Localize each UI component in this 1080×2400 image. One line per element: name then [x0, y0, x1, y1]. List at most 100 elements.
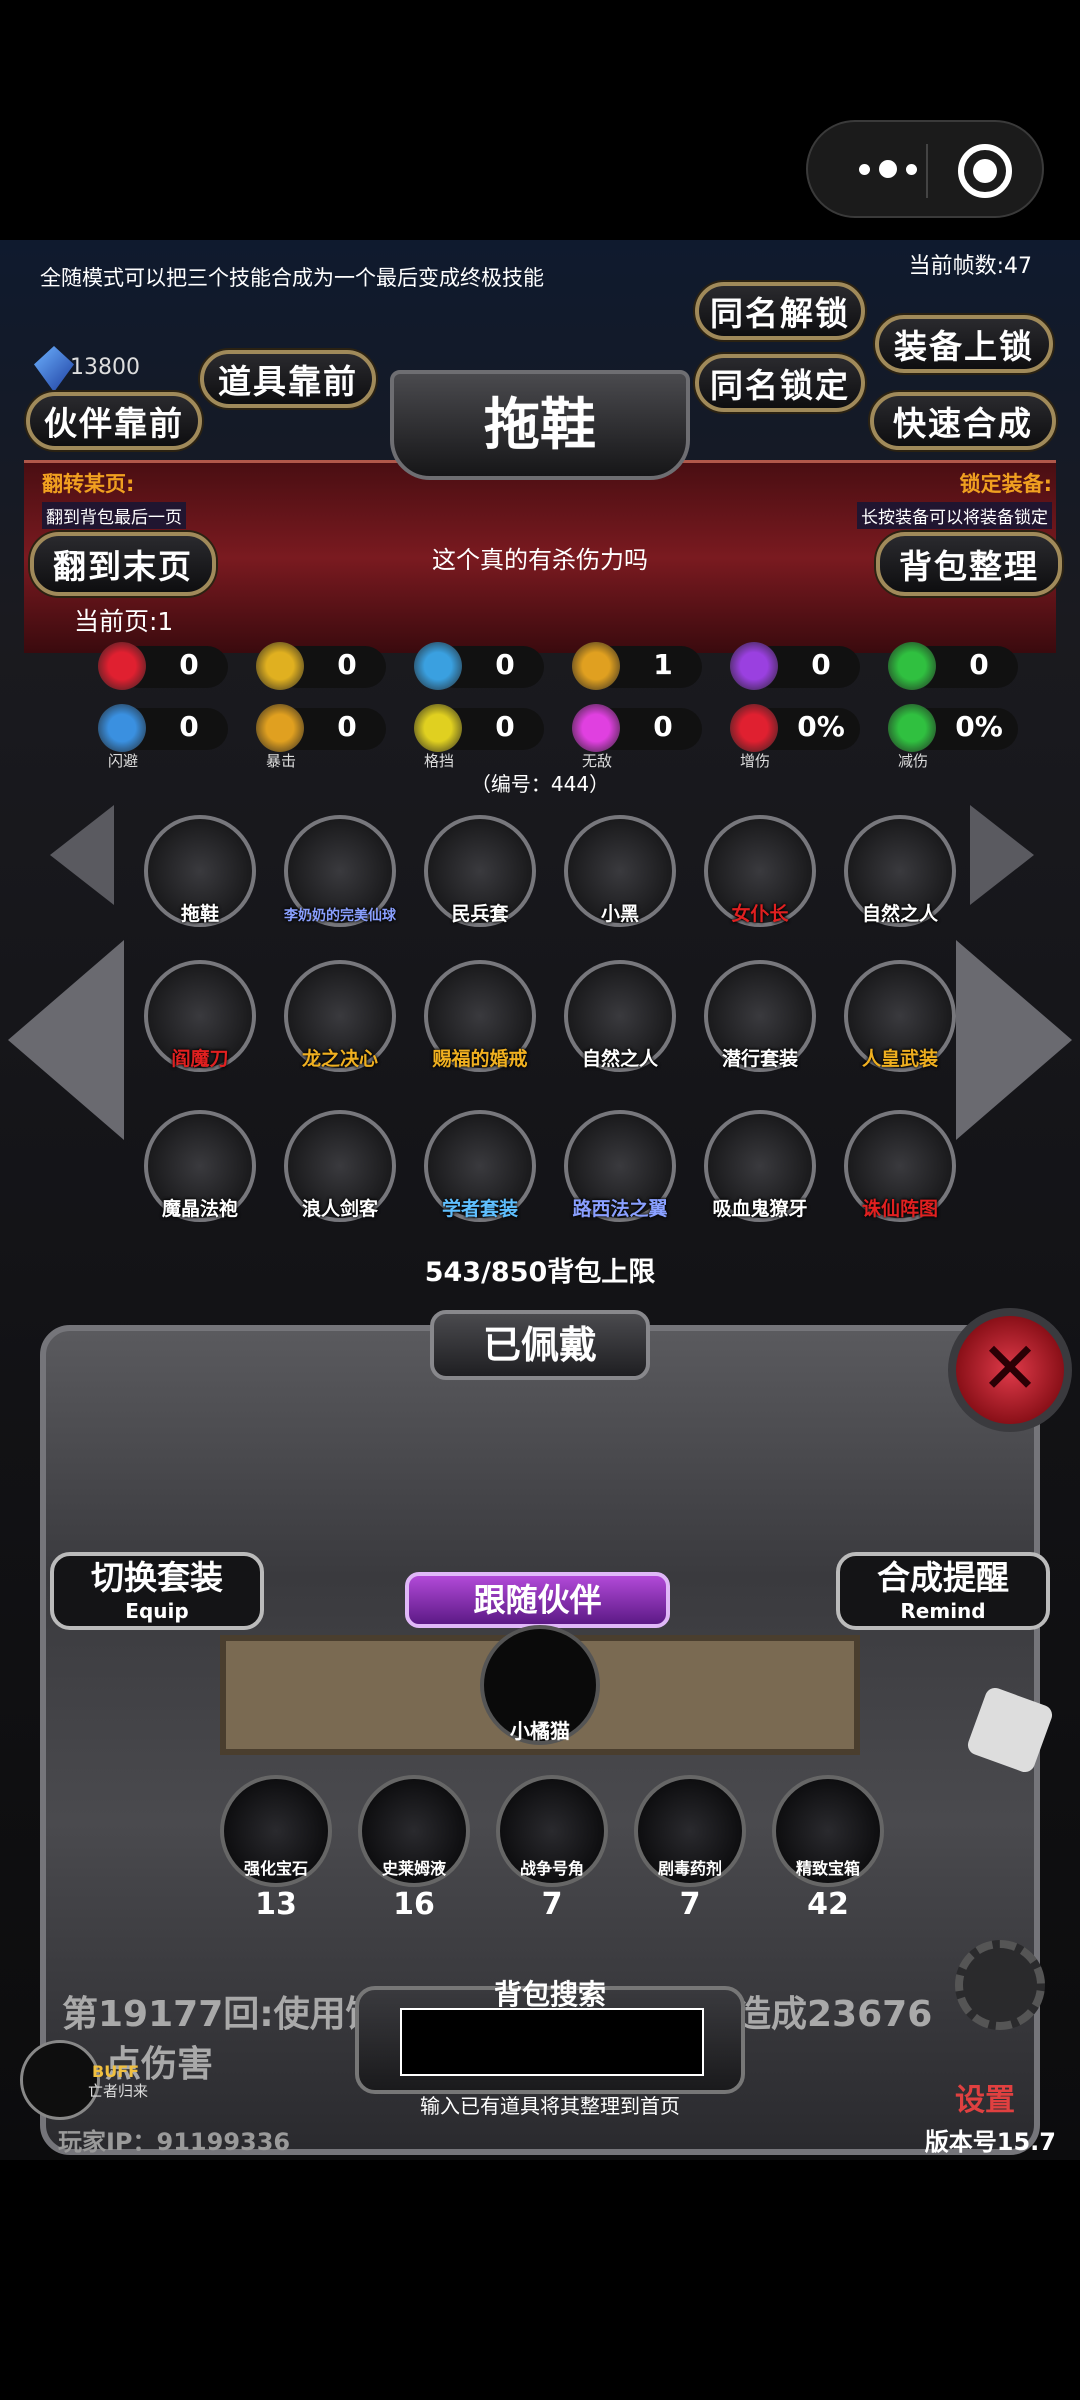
consumable-slot[interactable]: 强化宝石 13 [220, 1775, 332, 1922]
inventory-item[interactable]: 魔晶法袍 [140, 1110, 260, 1250]
bag-capacity: 543/850背包上限 [424, 1257, 656, 1288]
prev-page-small-arrow-icon[interactable] [50, 805, 114, 905]
to-last-page-button[interactable]: 翻到末页 [30, 532, 216, 596]
battle-log-2: 造成23676 [735, 1994, 933, 2035]
battle-log-1: 第19177回:使用饮 [62, 1994, 382, 2035]
equip-unlock-button[interactable]: 装备上锁 [875, 315, 1053, 373]
stat-value: 0 [495, 648, 515, 681]
coin-value: 13800 [70, 355, 140, 380]
inventory-item[interactable]: 小黑 [560, 815, 680, 955]
item-name: 学者套装 [441, 1198, 518, 1220]
stat-value: 1 [653, 648, 673, 681]
items-front-button[interactable]: 道具靠前 [200, 350, 376, 408]
settings-button[interactable]: 设置 [955, 2075, 1015, 2119]
switch-set-button[interactable]: 切换套装 Equip [50, 1552, 264, 1630]
flip-page-label: 翻转某页: [42, 472, 135, 496]
consumable-name: 精致宝箱 [795, 1859, 860, 1878]
mini-program-capsule [806, 120, 1044, 218]
clover-icon [888, 642, 936, 690]
stat-value: 0 [969, 648, 989, 681]
consumable-name: 强化宝石 [243, 1859, 308, 1878]
switch-set-label: 切换套装 [91, 1558, 223, 1597]
fps-counter: 当前帧数:47 [908, 254, 1032, 279]
capsule-divider [926, 144, 928, 198]
item-name: 李奶奶的完美仙球 [284, 908, 396, 924]
stat-wings: 0 无敌 [572, 704, 702, 770]
item-name: 赐福的婚戒 [432, 1048, 528, 1070]
consumable-qty: 7 [679, 1887, 701, 1922]
lock-equip-info: 锁定装备: 长按装备可以将装备锁定 [857, 468, 1052, 529]
item-name: 龙之决心 [301, 1048, 378, 1070]
inventory-item[interactable]: 李奶奶的完美仙球 [280, 815, 400, 955]
stat-value: 0 [337, 648, 357, 681]
item-code: （编号：444） [470, 772, 610, 796]
inventory-item[interactable]: 吸血鬼獠牙 [700, 1110, 820, 1250]
inventory-item[interactable]: 自然之人 [560, 960, 680, 1100]
close-icon[interactable]: ✕ [948, 1308, 1072, 1432]
inventory-item[interactable]: 龙之决心 [280, 960, 400, 1100]
stat-swords: 0% 增伤 [730, 704, 860, 770]
player-ip: 玩家IP：91199336 [58, 2128, 291, 2156]
item-name: 路西法之翼 [572, 1198, 668, 1220]
item-title: 拖鞋 [484, 393, 596, 458]
item-name: 拖鞋 [180, 903, 219, 925]
gear-icon[interactable] [955, 1940, 1045, 2030]
same-name-unlock-button[interactable]: 同名解锁 [695, 282, 865, 340]
consumable-qty: 16 [393, 1887, 435, 1922]
prev-page-arrow-icon[interactable] [8, 940, 124, 1140]
consumable-slot[interactable]: 精致宝箱 42 [772, 1775, 884, 1922]
merge-remind-label: 合成提醒 [877, 1558, 1009, 1597]
consumable-slot[interactable]: 战争号角 7 [496, 1775, 608, 1922]
stat-green-shield: 0% 减伤 [888, 704, 1018, 770]
green-shield-icon [888, 704, 936, 752]
same-name-lock-button[interactable]: 同名锁定 [695, 354, 865, 412]
item-name: 小黑 [600, 903, 639, 925]
inventory-item[interactable]: 拖鞋 [140, 815, 260, 955]
game-screen: 全随模式可以把三个技能合成为一个最后变成终极技能 当前帧数:47 13800 拖… [0, 240, 1080, 2160]
stat-value: 0 [179, 710, 199, 743]
inventory-item[interactable]: 民兵套 [420, 815, 540, 955]
follow-partner-label: 跟随伙伴 [405, 1572, 670, 1628]
item-description: 这个真的有杀伤力吗 [432, 546, 648, 574]
equipped-title: 已佩戴 [430, 1310, 650, 1380]
mode-tip: 全随模式可以把三个技能合成为一个最后变成终极技能 [40, 266, 544, 290]
consumable-slot[interactable]: 史莱姆液 16 [358, 1775, 470, 1922]
merge-remind-button[interactable]: 合成提醒 Remind [836, 1552, 1050, 1630]
item-name: 女仆长 [731, 903, 789, 925]
more-dots-icon[interactable] [838, 146, 938, 192]
inventory-item[interactable]: 女仆长 [700, 815, 820, 955]
inventory-item[interactable]: 赐福的婚戒 [420, 960, 540, 1100]
item-name: 吸血鬼獠牙 [712, 1198, 808, 1220]
flip-page-info: 翻转某页: 翻到背包最后一页 [42, 468, 186, 529]
inventory-item[interactable]: 学者套装 [420, 1110, 540, 1250]
next-page-small-arrow-icon[interactable] [970, 805, 1034, 905]
stat-value: 0 [653, 710, 673, 743]
inventory-item[interactable]: 浪人剑客 [280, 1110, 400, 1250]
dodge-icon [98, 704, 146, 752]
buff-sub: 亡者归来 [88, 2082, 149, 2100]
consumable-name: 战争号角 [519, 1859, 584, 1878]
stat-value: 0 [337, 710, 357, 743]
quick-merge-button[interactable]: 快速合成 [870, 392, 1056, 450]
item-name: 自然之人 [581, 1048, 658, 1070]
inventory-item[interactable]: 诛仙阵图 [840, 1110, 960, 1250]
inventory-item[interactable]: 人皇武装 [840, 960, 960, 1100]
inventory-item[interactable]: 路西法之翼 [560, 1110, 680, 1250]
stat-value: 0 [811, 648, 831, 681]
stat-shield: 0 格挡 [414, 704, 544, 770]
consumable-slot[interactable]: 剧毒药剂 7 [634, 1775, 746, 1922]
search-input[interactable] [400, 2008, 704, 2076]
flip-page-sub: 翻到背包最后一页 [42, 502, 186, 529]
inventory-item[interactable]: 阎魔刀 [140, 960, 260, 1100]
inventory-item[interactable]: 潜行套装 [700, 960, 820, 1100]
inventory-item[interactable]: 自然之人 [840, 815, 960, 955]
buff-label: BUFF [92, 2062, 140, 2081]
partner-front-button[interactable]: 伙伴靠前 [26, 392, 202, 450]
next-page-arrow-icon[interactable] [956, 940, 1072, 1140]
consumable-qty: 7 [541, 1887, 563, 1922]
item-name: 诛仙阵图 [861, 1198, 938, 1220]
item-name: 魔晶法袍 [161, 1198, 238, 1220]
target-circle-icon[interactable] [958, 144, 1012, 198]
stat-boot: 0 [414, 642, 544, 690]
bag-sort-button[interactable]: 背包整理 [876, 532, 1062, 596]
